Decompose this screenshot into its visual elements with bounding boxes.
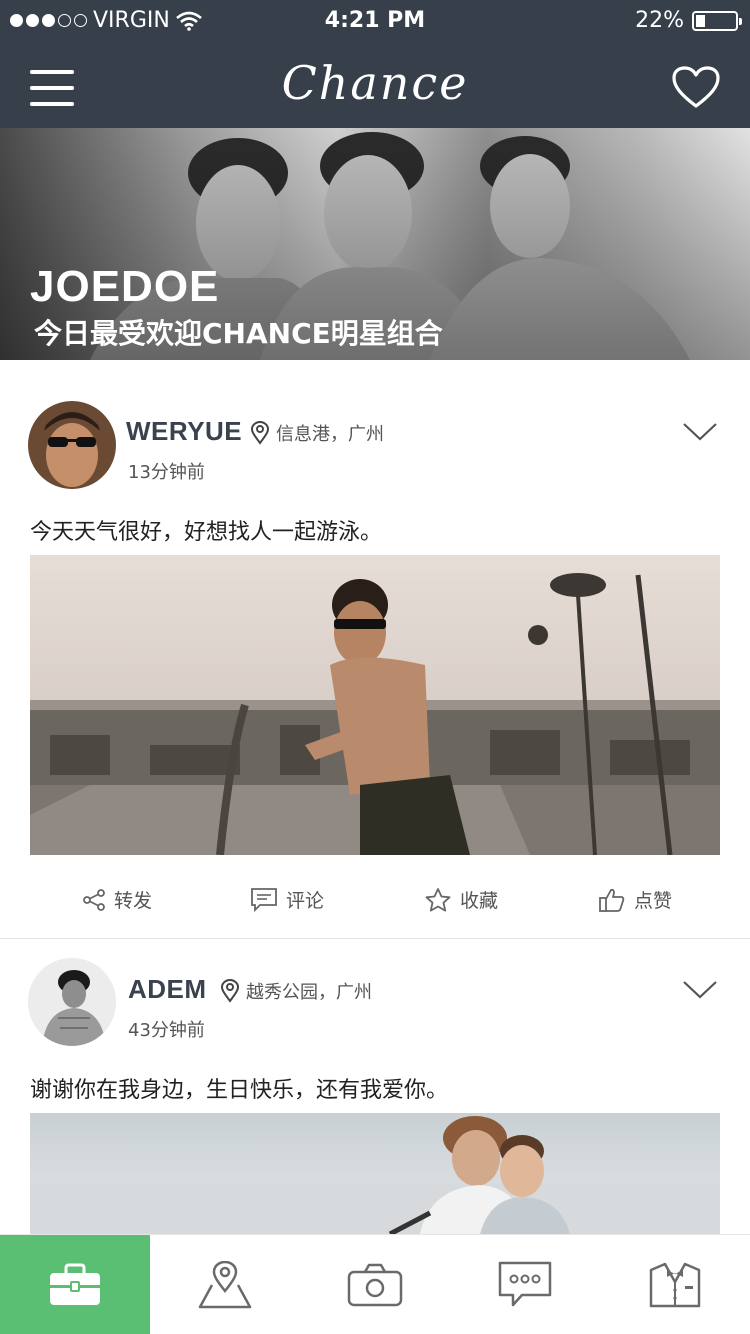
tab-messages[interactable] xyxy=(450,1235,600,1334)
avatar[interactable] xyxy=(28,958,116,1046)
post-photo[interactable] xyxy=(30,555,720,855)
comment-label: 评论 xyxy=(286,890,325,912)
location-pin-icon xyxy=(250,421,270,445)
post-location: 越秀公园，广州 xyxy=(220,978,372,1004)
favorite-button[interactable]: 收藏 xyxy=(424,886,498,913)
post-card: ADEM 越秀公园，广州 43分钟前 谢谢你在我身边，生日快乐，还有我爱你。 xyxy=(0,940,750,1234)
post-time: 43分钟前 xyxy=(128,1020,205,1041)
favorite-label: 收藏 xyxy=(460,890,499,912)
tab-profile[interactable] xyxy=(600,1235,750,1334)
chevron-down-icon[interactable] xyxy=(682,980,718,1000)
share-label: 转发 xyxy=(114,890,153,912)
chevron-down-icon[interactable] xyxy=(682,422,718,442)
post-divider xyxy=(0,938,750,939)
nav-bar: Chance xyxy=(0,50,750,128)
comment-icon xyxy=(251,887,277,912)
camera-icon xyxy=(347,1263,403,1307)
thumbs-up-icon xyxy=(599,888,625,912)
post-location: 信息港，广州 xyxy=(250,420,384,446)
author-name[interactable]: WERYUE xyxy=(126,416,242,447)
tuxedo-icon xyxy=(649,1262,701,1308)
post-actions: 转发 评论 收藏 点赞 xyxy=(0,870,750,930)
post-text: 谢谢你在我身边，生日快乐，还有我爱你。 xyxy=(30,1078,449,1103)
tab-bar xyxy=(0,1234,750,1334)
tab-feed[interactable] xyxy=(0,1235,150,1334)
status-bar: VIRGIN 4:21 PM 22% xyxy=(0,0,750,40)
chat-icon xyxy=(498,1261,552,1307)
location-text: 越秀公园，广州 xyxy=(246,982,372,1003)
featured-banner[interactable]: JOEDOE 今日最受欢迎CHANCE明星组合 xyxy=(0,128,750,360)
like-label: 点赞 xyxy=(634,890,673,912)
banner-subtitle: 今日最受欢迎CHANCE明星组合 xyxy=(34,317,443,350)
comment-button[interactable]: 评论 xyxy=(250,886,324,913)
app-logo: Chance xyxy=(281,56,469,110)
author-name[interactable]: ADEM xyxy=(128,974,207,1005)
post-card: WERYUE 信息港，广州 13分钟前 今天天气很好，好想找人一起游泳。 转发 … xyxy=(0,360,750,940)
heart-icon[interactable] xyxy=(672,66,720,110)
app-header: VIRGIN 4:21 PM 22% Chance xyxy=(0,0,750,128)
battery-status: 22% xyxy=(635,8,742,33)
battery-icon xyxy=(692,10,742,31)
location-text: 信息港，广州 xyxy=(276,424,384,445)
post-text: 今天天气很好，好想找人一起游泳。 xyxy=(30,520,383,545)
avatar[interactable] xyxy=(28,401,116,489)
battery-percent: 22% xyxy=(635,8,684,33)
tab-nearby[interactable] xyxy=(150,1235,300,1334)
share-button[interactable]: 转发 xyxy=(82,886,152,913)
like-button[interactable]: 点赞 xyxy=(598,886,672,913)
briefcase-icon xyxy=(50,1263,100,1305)
post-photo[interactable] xyxy=(30,1113,720,1234)
tab-camera[interactable] xyxy=(300,1235,450,1334)
post-time: 13分钟前 xyxy=(128,462,205,483)
map-pin-icon xyxy=(198,1261,252,1309)
share-icon xyxy=(83,888,105,911)
banner-title: JOEDOE xyxy=(30,262,220,311)
star-icon xyxy=(425,887,451,911)
location-pin-icon xyxy=(220,979,240,1003)
